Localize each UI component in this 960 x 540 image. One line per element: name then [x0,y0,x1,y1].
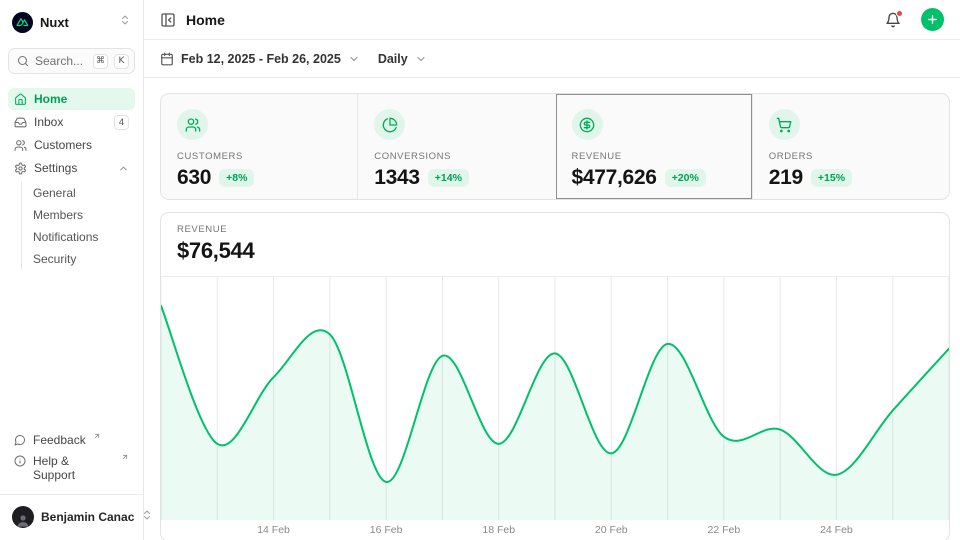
sidebar-item-settings[interactable]: Settings [8,157,135,179]
notifications-button[interactable] [885,12,901,28]
kbd-meta: ⌘ [93,54,108,69]
search-icon [17,55,29,67]
arrow-up-right-icon [121,453,129,461]
x-tick-label: 14 Feb [257,524,290,536]
x-tick-label: 24 Feb [820,524,853,536]
help-support-label: Help & Support [33,454,114,482]
sidebar-item-home[interactable]: Home [8,88,135,110]
stat-value: 1343 [374,166,420,190]
stat-delta-badge: +20% [665,169,706,187]
user-name: Benjamin Canac [41,510,134,524]
stat-label: CUSTOMERS [177,151,341,162]
sidebar-item-members[interactable]: Members [33,204,135,226]
settings-submenu: General Members Notifications Security [21,182,135,270]
revenue-area-chart[interactable] [161,277,949,520]
stat-card-orders[interactable]: ORDERS 219 +15% [752,94,949,199]
stat-card-customers[interactable]: CUSTOMERS 630 +8% [161,94,357,199]
gear-icon [14,162,27,175]
inbox-icon [14,116,27,129]
shopping-cart-icon [769,109,800,140]
arrow-up-right-icon [93,432,101,440]
main-content: Home Feb 12, 2025 - Feb 26, 2025 Daily [144,0,960,540]
x-tick-label: 20 Feb [595,524,628,536]
avatar [12,506,34,528]
users-icon [177,109,208,140]
x-tick-label: 18 Feb [482,524,515,536]
revenue-chart-header: REVENUE $76,544 [161,213,949,276]
date-range-label: Feb 12, 2025 - Feb 26, 2025 [181,52,341,66]
chevron-down-icon [415,53,427,65]
stat-value: 630 [177,166,211,190]
sidebar: Nuxt Search... ⌘ K Home [0,0,144,540]
sidebar-footer: Feedback Help & Support Benjamin [8,430,135,530]
add-button[interactable] [921,8,944,31]
sidebar-item-notifications[interactable]: Notifications [33,226,135,248]
stat-label: CONVERSIONS [374,151,538,162]
revenue-chart-value: $76,544 [177,238,933,264]
chevron-up-icon [118,163,129,174]
stat-value: $477,626 [572,166,657,190]
chart-pie-icon [374,109,405,140]
stat-value: 219 [769,166,803,190]
stat-delta-badge: +8% [219,169,254,187]
sidebar-item-inbox[interactable]: Inbox 4 [8,111,135,133]
stat-delta-badge: +14% [428,169,469,187]
top-bar: Home [144,0,960,40]
chevrons-up-down-icon [119,13,131,31]
sidebar-divider [0,494,143,495]
brand-name: Nuxt [40,15,112,30]
sidebar-item-label: Customers [34,138,129,152]
plus-icon [926,13,939,26]
users-icon [14,139,27,152]
workspace-switcher[interactable]: Nuxt [8,8,135,36]
calendar-icon [160,52,174,66]
sidebar-item-label: Inbox [34,115,107,129]
stat-label: REVENUE [572,151,736,162]
sidebar-item-label: Settings [34,161,111,175]
granularity-select[interactable]: Daily [378,52,427,66]
sidebar-item-security[interactable]: Security [33,248,135,270]
page-title: Home [186,12,875,28]
dashboard-app: Nuxt Search... ⌘ K Home [0,0,960,540]
feedback-label: Feedback [33,433,86,447]
granularity-label: Daily [378,52,408,66]
revenue-chart-label: REVENUE [177,224,933,235]
date-range-picker[interactable]: Feb 12, 2025 - Feb 26, 2025 [160,52,360,66]
inbox-count-badge: 4 [114,115,129,130]
page-body: CUSTOMERS 630 +8% CONVERSIONS 1343 +14% [144,78,960,540]
sidebar-nav: Home Inbox 4 Customers Settings [8,88,135,270]
help-support-link[interactable]: Help & Support [8,451,135,485]
sidebar-item-general[interactable]: General [33,182,135,204]
chart-x-axis: 14 Feb 16 Feb 18 Feb 20 Feb 22 Feb 24 Fe… [161,520,949,540]
feedback-link[interactable]: Feedback [8,430,135,450]
home-icon [14,93,27,106]
revenue-chart-card: REVENUE $76,544 14 Feb 16 Feb 18 Feb 20 … [160,212,950,540]
stats-row: CUSTOMERS 630 +8% CONVERSIONS 1343 +14% [160,93,950,200]
user-menu[interactable]: Benjamin Canac [8,504,135,530]
search-placeholder: Search... [35,54,87,68]
circle-dollar-icon [572,109,603,140]
search-input[interactable]: Search... ⌘ K [8,48,135,74]
collapse-sidebar-button[interactable] [160,12,176,28]
nuxt-logo-icon [12,12,33,33]
chevron-down-icon [348,53,360,65]
sidebar-item-label: Home [34,92,129,106]
x-tick-label: 16 Feb [370,524,403,536]
filter-toolbar: Feb 12, 2025 - Feb 26, 2025 Daily [144,40,960,78]
kbd-k: K [114,54,129,69]
info-circle-icon [14,455,26,467]
stat-card-revenue[interactable]: REVENUE $477,626 +20% [555,94,752,199]
stat-delta-badge: +15% [811,169,852,187]
stat-card-conversions[interactable]: CONVERSIONS 1343 +14% [357,94,554,199]
sidebar-item-customers[interactable]: Customers [8,134,135,156]
message-circle-icon [14,434,26,446]
notification-dot [896,10,903,17]
stat-label: ORDERS [769,151,933,162]
x-tick-label: 22 Feb [708,524,741,536]
